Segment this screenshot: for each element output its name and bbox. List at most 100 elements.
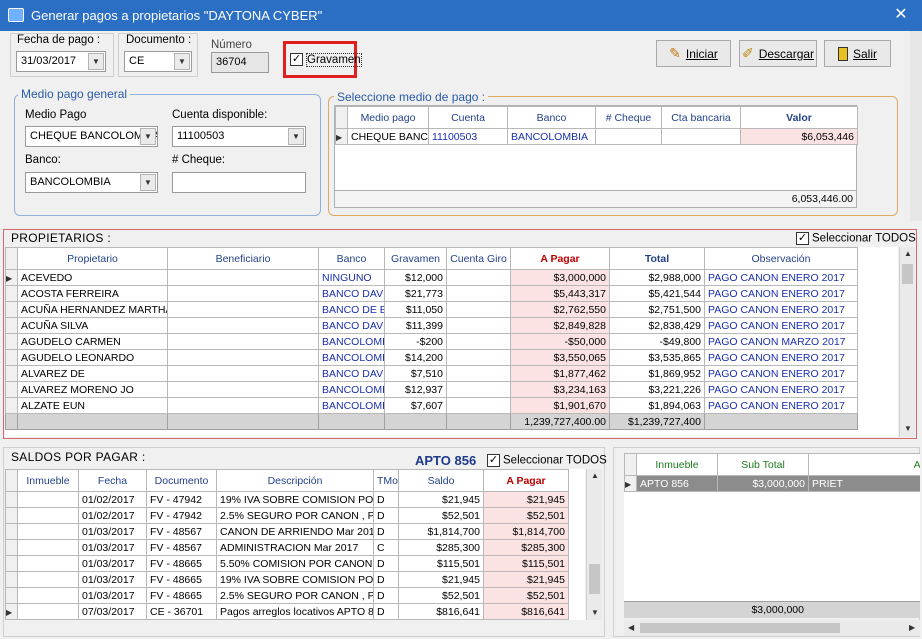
checkbox-icon[interactable]: ✓: [487, 454, 500, 467]
table-cell[interactable]: BANCOLOMB: [318, 381, 385, 398]
table-cell[interactable]: 01/03/2017: [78, 587, 147, 604]
table-cell[interactable]: $5,443,317: [510, 285, 610, 302]
table-row[interactable]: ACUÑA HERNANDEZ MARTHA I BANCO DE BO$11,0…: [5, 301, 858, 318]
table-cell[interactable]: [446, 381, 511, 398]
table-cell[interactable]: -$200: [384, 333, 447, 350]
column-header[interactable]: Cta bancaria: [661, 106, 741, 129]
table-cell[interactable]: 01/02/2017: [78, 507, 147, 524]
table-cell[interactable]: $1,901,670: [510, 397, 610, 414]
column-header[interactable]: Valor: [740, 106, 858, 129]
table-cell[interactable]: AGUDELO LEONARDO: [17, 349, 168, 366]
table-cell[interactable]: FV - 48567: [146, 539, 217, 556]
column-header[interactable]: Documento: [146, 469, 217, 492]
row-indicator[interactable]: [5, 507, 18, 524]
table-cell[interactable]: D: [373, 491, 399, 508]
table-cell[interactable]: $2,988,000: [609, 269, 705, 286]
table-cell[interactable]: 2.5% SEGURO POR CANON , P: [216, 507, 374, 524]
table-cell[interactable]: ALVAREZ DE: [17, 365, 168, 382]
table-cell[interactable]: CE - 36701: [146, 603, 217, 620]
inmuebles-hscrollbar[interactable]: ◀ ▶: [624, 620, 920, 636]
table-cell[interactable]: $2,838,429: [609, 317, 705, 334]
chevron-down-icon[interactable]: ▼: [140, 174, 156, 191]
table-cell[interactable]: C: [373, 539, 399, 556]
table-cell[interactable]: $21,773: [384, 285, 447, 302]
row-indicator[interactable]: [5, 587, 18, 604]
chevron-down-icon[interactable]: ▼: [174, 53, 190, 70]
table-cell[interactable]: [446, 301, 511, 318]
table-cell[interactable]: 01/03/2017: [78, 571, 147, 588]
table-row[interactable]: 01/03/2017 FV - 48665 19% IVA SOBRE COMISI…: [5, 571, 569, 588]
column-header[interactable]: TMov: [373, 469, 399, 492]
row-indicator[interactable]: [5, 539, 18, 556]
table-cell[interactable]: $2,762,550: [510, 301, 610, 318]
table-cell[interactable]: $21,945: [398, 571, 484, 588]
table-cell[interactable]: $11,399: [384, 317, 447, 334]
table-row[interactable]: 01/03/2017 FV - 48665 2.5% SEGURO POR CANO…: [5, 587, 569, 604]
table-cell[interactable]: $816,641: [483, 603, 569, 620]
table-cell[interactable]: $816,641: [398, 603, 484, 620]
table-cell[interactable]: 01/02/2017: [78, 491, 147, 508]
table-cell[interactable]: $21,945: [483, 491, 569, 508]
table-cell[interactable]: [446, 333, 511, 350]
banco-select[interactable]: BANCOLOMBIA ▼: [25, 172, 158, 193]
table-cell[interactable]: $285,300: [398, 539, 484, 556]
table-cell[interactable]: [446, 365, 511, 382]
table-cell[interactable]: $52,501: [483, 507, 569, 524]
table-cell[interactable]: CANON DE ARRIENDO Mar 201: [216, 523, 374, 540]
row-indicator[interactable]: [5, 365, 18, 382]
column-header[interactable]: Cuenta Giro: [446, 247, 511, 270]
table-cell[interactable]: $3,000,000: [510, 269, 610, 286]
table-row[interactable]: ALZATE EUN BANCOLOMB $7,607 $1,901,670 $1,89…: [5, 397, 858, 414]
chevron-down-icon[interactable]: ▼: [288, 128, 304, 145]
table-cell[interactable]: [167, 333, 319, 350]
table-cell[interactable]: [17, 539, 79, 556]
table-cell[interactable]: D: [373, 555, 399, 572]
table-row[interactable]: 01/03/2017 FV - 48567 CANON DE ARRIENDO Ma…: [5, 523, 569, 540]
table-cell[interactable]: [446, 285, 511, 302]
table-row[interactable]: ▶ 07/03/2017 CE - 36701 Pagos arreglos loca…: [5, 603, 569, 620]
table-cell[interactable]: $7,510: [384, 365, 447, 382]
gravamen-checkbox[interactable]: ✓ Gravamen: [290, 52, 362, 67]
scroll-down-icon[interactable]: ▼: [904, 424, 912, 433]
table-cell[interactable]: 01/03/2017: [78, 523, 147, 540]
chevron-down-icon[interactable]: ▼: [140, 128, 156, 145]
table-cell[interactable]: [167, 301, 319, 318]
table-cell[interactable]: [661, 128, 741, 145]
table-cell[interactable]: $3,221,226: [609, 381, 705, 398]
table-cell[interactable]: $21,945: [398, 491, 484, 508]
column-header[interactable]: # Cheque: [595, 106, 662, 129]
table-cell[interactable]: $21,945: [483, 571, 569, 588]
row-pointer-icon[interactable]: ▶: [5, 603, 18, 620]
table-cell[interactable]: Pagos arreglos locativos APTO 8: [216, 603, 374, 620]
descargar-button[interactable]: ✐ Descargar: [739, 40, 817, 67]
table-cell[interactable]: [17, 507, 79, 524]
table-cell[interactable]: $11,050: [384, 301, 447, 318]
table-cell[interactable]: 2.5% SEGURO POR CANON , P: [216, 587, 374, 604]
table-cell[interactable]: $52,501: [398, 587, 484, 604]
column-header[interactable]: Medio pago: [347, 106, 429, 129]
fecha-picker[interactable]: 31/03/2017 ▼: [16, 51, 106, 72]
cheque-input[interactable]: [172, 172, 306, 193]
row-indicator[interactable]: [5, 381, 18, 398]
scroll-up-icon[interactable]: ▲: [591, 471, 599, 480]
table-cell[interactable]: PAGO CANON MARZO 2017: [704, 333, 858, 350]
scroll-right-icon[interactable]: ▶: [909, 623, 915, 632]
table-cell[interactable]: [17, 603, 79, 620]
close-icon[interactable]: ✕: [888, 5, 914, 25]
column-header[interactable]: Cuenta: [428, 106, 508, 129]
table-cell[interactable]: ADMINISTRACION Mar 2017: [216, 539, 374, 556]
table-cell[interactable]: $115,501: [398, 555, 484, 572]
medio-pago-select[interactable]: CHEQUE BANCOLOMBIA ▼: [25, 126, 158, 147]
table-row[interactable]: ▶ CHEQUE BANCO 11100503 BANCOLOMBIA $6,0…: [335, 128, 858, 145]
table-cell[interactable]: [595, 128, 662, 145]
table-cell[interactable]: $285,300: [483, 539, 569, 556]
table-row[interactable]: 01/03/2017 FV - 48567 ADMINISTRACION Mar 2…: [5, 539, 569, 556]
table-cell[interactable]: PRIET: [808, 475, 920, 492]
table-row[interactable]: ACUÑA SILVA BANCO DAVI $11,399 $2,849,828 $2…: [5, 317, 858, 334]
table-cell[interactable]: $14,200: [384, 349, 447, 366]
row-indicator[interactable]: [5, 317, 18, 334]
table-row[interactable]: ▶ ACEVEDO NINGUNO $12,000 $3,000,000 $2,988,0…: [5, 269, 858, 286]
row-pointer-icon[interactable]: ▶: [5, 269, 18, 286]
table-cell[interactable]: APTO 856: [636, 475, 718, 492]
table-cell[interactable]: $1,894,063: [609, 397, 705, 414]
